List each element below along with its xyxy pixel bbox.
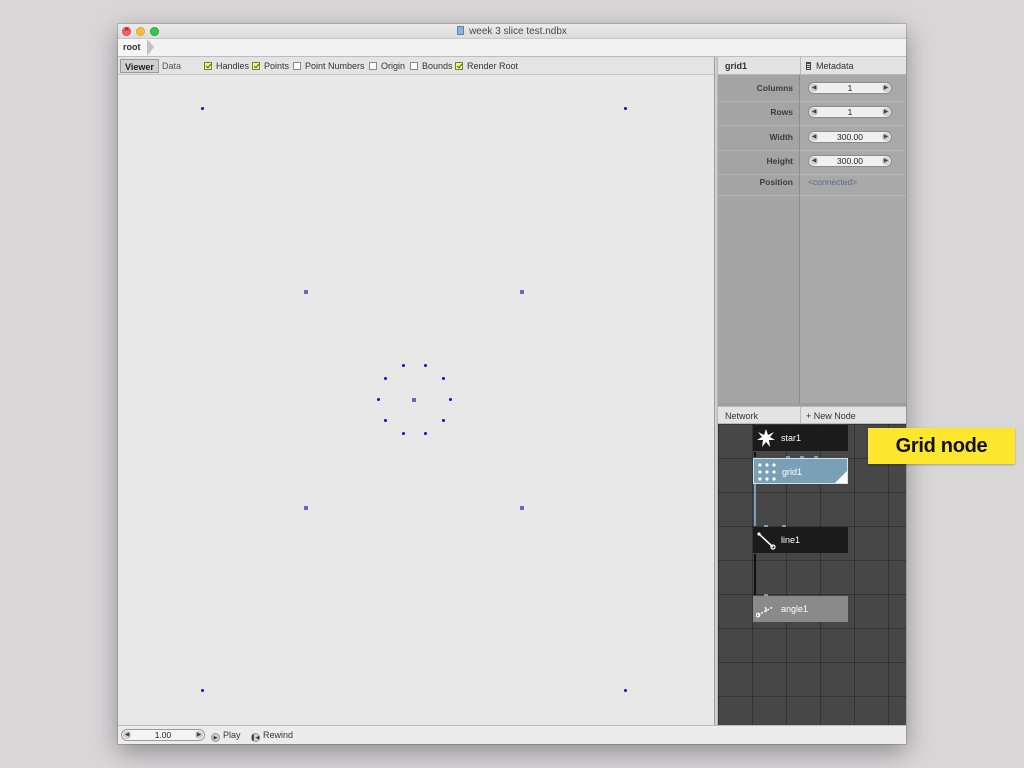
origin-checkbox[interactable] xyxy=(369,62,377,70)
star-icon xyxy=(757,429,775,447)
rewind-icon: ▌◀ xyxy=(251,733,260,742)
increment-icon[interactable]: ▶ xyxy=(195,731,203,739)
play-button[interactable]: ▶ Play xyxy=(211,730,241,742)
star-point xyxy=(449,398,452,401)
connection-wire xyxy=(754,452,756,457)
network-title: Network xyxy=(725,411,759,421)
connection-wire xyxy=(754,484,756,526)
star-point xyxy=(424,432,427,435)
param-label-columns: Columns xyxy=(756,83,793,93)
param-label-width: Width xyxy=(769,132,793,142)
bounds-checkbox[interactable] xyxy=(410,62,418,70)
star-point xyxy=(377,398,380,401)
increment-icon[interactable]: ▶ xyxy=(882,157,890,165)
port-node-name: grid1 xyxy=(725,61,748,71)
render-root-checkbox[interactable] xyxy=(455,62,463,70)
node-line1[interactable]: line1 xyxy=(753,527,848,553)
port-panel-header: grid1 Metadata xyxy=(718,57,906,75)
star-point xyxy=(402,364,405,367)
param-label-position: Position xyxy=(759,177,793,187)
grid-point xyxy=(624,107,627,110)
viewer-toolbar: Viewer Data Handles Points Point Numbers… xyxy=(118,57,714,75)
height-number-field[interactable]: ◀ 300.00 ▶ xyxy=(808,155,892,167)
handle-point[interactable] xyxy=(412,398,416,402)
node-corner-flag xyxy=(835,471,847,483)
grid-point xyxy=(624,689,627,692)
rows-number-field[interactable]: ◀ 1 ▶ xyxy=(808,106,892,118)
header-separator xyxy=(800,57,801,75)
angle-icon xyxy=(756,606,774,618)
handle-point[interactable] xyxy=(304,290,308,294)
new-node-button[interactable]: + New Node xyxy=(806,411,856,421)
handle-point[interactable] xyxy=(304,506,308,510)
playback-bar: ◀ 1.00 ▶ ▶ Play ▌◀ Rewind xyxy=(118,725,906,744)
option-render-root[interactable]: Render Root xyxy=(455,61,518,71)
document-icon xyxy=(457,26,465,35)
network-canvas[interactable]: star1 grid1 line1 angle1 xyxy=(718,424,906,725)
width-number-field[interactable]: ◀ 300.00 ▶ xyxy=(808,131,892,143)
frame-number-field[interactable]: ◀ 1.00 ▶ xyxy=(121,729,205,741)
param-label-height: Height xyxy=(766,156,793,166)
line-icon xyxy=(757,532,776,550)
title-bar: week 3 slice test.ndbx xyxy=(118,24,906,39)
viewer-canvas[interactable] xyxy=(118,75,714,725)
callout-annotation: Grid node xyxy=(868,428,1015,464)
option-point-numbers[interactable]: Point Numbers xyxy=(293,61,365,71)
play-icon: ▶ xyxy=(211,733,220,742)
app-window: week 3 slice test.ndbx root Viewer Data … xyxy=(118,24,906,744)
increment-icon[interactable]: ▶ xyxy=(882,108,890,116)
option-origin[interactable]: Origin xyxy=(369,61,405,71)
window-title: week 3 slice test.ndbx xyxy=(118,26,906,37)
handles-checkbox[interactable] xyxy=(204,62,212,70)
row-separator xyxy=(718,125,906,126)
row-separator xyxy=(718,101,906,102)
point-numbers-checkbox[interactable] xyxy=(293,62,301,70)
decrement-icon[interactable]: ◀ xyxy=(810,84,818,92)
row-separator xyxy=(718,174,906,175)
rewind-button[interactable]: ▌◀ Rewind xyxy=(251,730,293,742)
metadata-button[interactable]: Metadata xyxy=(806,61,854,71)
row-separator xyxy=(718,195,906,196)
metadata-icon xyxy=(806,62,811,70)
decrement-icon[interactable]: ◀ xyxy=(810,157,818,165)
star-point xyxy=(442,419,445,422)
handle-point[interactable] xyxy=(520,506,524,510)
network-header: Network + New Node xyxy=(718,406,906,424)
points-checkbox[interactable] xyxy=(252,62,260,70)
star-point xyxy=(442,377,445,380)
star-point xyxy=(384,377,387,380)
columns-number-field[interactable]: ◀ 1 ▶ xyxy=(808,82,892,94)
increment-icon[interactable]: ▶ xyxy=(882,84,890,92)
handle-point[interactable] xyxy=(520,290,524,294)
decrement-icon[interactable]: ◀ xyxy=(123,731,131,739)
tab-data[interactable]: Data xyxy=(158,59,185,73)
option-handles[interactable]: Handles xyxy=(204,61,249,71)
star-point xyxy=(402,432,405,435)
position-connected-value: <connected> xyxy=(808,177,858,187)
increment-icon[interactable]: ▶ xyxy=(882,133,890,141)
tab-viewer[interactable]: Viewer xyxy=(120,59,159,73)
star-point xyxy=(384,419,387,422)
decrement-icon[interactable]: ◀ xyxy=(810,133,818,141)
right-panel: grid1 Metadata Columns Rows Width Height… xyxy=(718,57,906,725)
grid-icon xyxy=(758,463,776,481)
node-angle1[interactable]: angle1 xyxy=(753,596,848,622)
grid-point xyxy=(201,689,204,692)
breadcrumb-root[interactable]: root xyxy=(118,39,153,56)
connection-wire xyxy=(754,554,756,595)
node-grid1[interactable]: grid1 xyxy=(753,458,848,484)
param-label-rows: Rows xyxy=(770,107,793,117)
row-separator xyxy=(718,150,906,151)
plus-icon: + xyxy=(806,411,814,421)
option-points[interactable]: Points xyxy=(252,61,289,71)
header-separator xyxy=(800,407,801,424)
breadcrumb: root xyxy=(118,39,906,57)
node-star1[interactable]: star1 xyxy=(753,425,848,451)
star-point xyxy=(424,364,427,367)
option-bounds[interactable]: Bounds xyxy=(410,61,453,71)
decrement-icon[interactable]: ◀ xyxy=(810,108,818,116)
grid-point xyxy=(201,107,204,110)
